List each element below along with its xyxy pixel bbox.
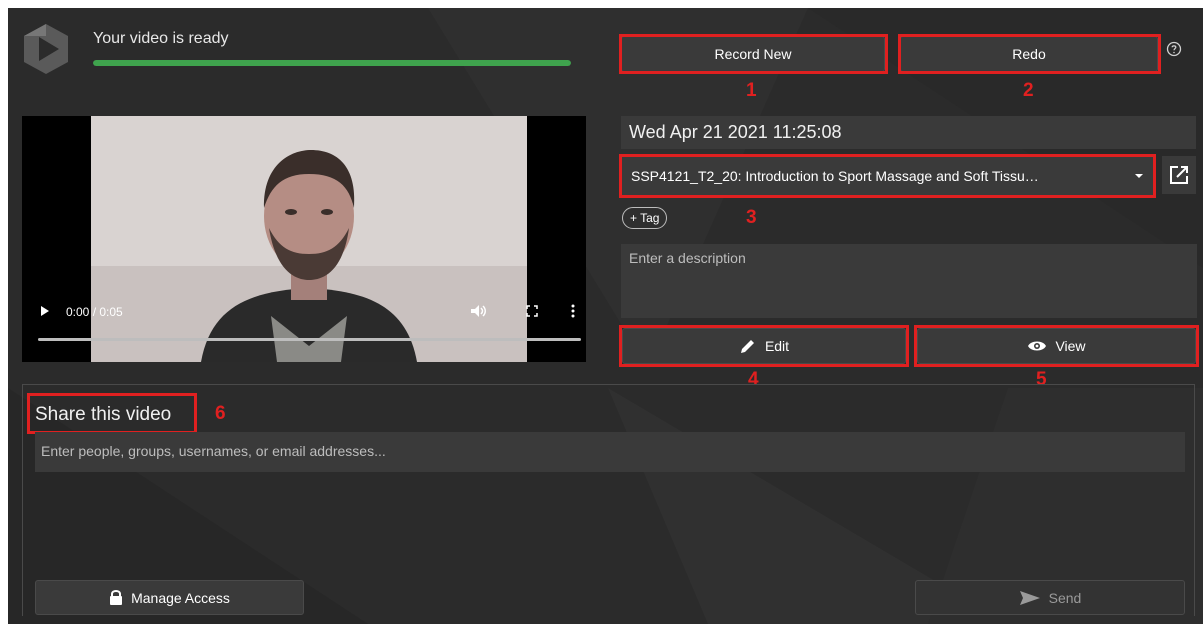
- send-label: Send: [1048, 589, 1082, 606]
- lock-icon: [110, 590, 123, 605]
- description-field[interactable]: Enter a description: [621, 244, 1197, 318]
- redo-button[interactable]: Redo: [900, 36, 1158, 72]
- annotation-number-2: 2: [1023, 80, 1034, 101]
- annotation-number-6: 6: [215, 403, 226, 424]
- video-frame: [91, 116, 527, 362]
- play-icon[interactable]: [40, 305, 50, 317]
- share-recipients-input[interactable]: Enter people, groups, usernames, or emai…: [35, 432, 1185, 472]
- send-button[interactable]: Send: [915, 580, 1185, 615]
- caret-down-icon: [1135, 174, 1143, 178]
- eye-icon: [1028, 341, 1047, 351]
- record-new-label: Record New: [714, 46, 792, 62]
- recording-datetime-field[interactable]: Wed Apr 21 2021 11:25:08: [621, 116, 1196, 149]
- annotation-number-1: 1: [746, 80, 757, 101]
- manage-access-button[interactable]: Manage Access: [35, 580, 304, 615]
- open-external-button[interactable]: [1162, 156, 1196, 194]
- pencil-icon: [740, 340, 754, 353]
- video-player[interactable]: 0:00 / 0:05: [22, 116, 586, 362]
- folder-select-value: SSP4121_T2_20: Introduction to Sport Mas…: [631, 168, 1039, 184]
- volume-icon[interactable]: [470, 304, 488, 318]
- time-display: 0:00 / 0:05: [66, 305, 123, 319]
- annotation-number-3: 3: [746, 207, 757, 228]
- panopto-logo: [24, 24, 68, 74]
- share-title: Share this video: [35, 404, 172, 425]
- view-label: View: [1055, 338, 1086, 354]
- more-vertical-icon[interactable]: [570, 304, 576, 318]
- open-external-icon: [1170, 166, 1188, 184]
- record-new-button[interactable]: Record New: [621, 36, 885, 72]
- edit-button[interactable]: Edit: [622, 328, 906, 364]
- upload-progress-bar: [93, 60, 571, 66]
- view-button[interactable]: View: [917, 328, 1196, 364]
- add-tag-button[interactable]: + Tag: [622, 207, 668, 229]
- send-icon: [1019, 590, 1040, 605]
- upload-progress-fill: [93, 60, 571, 66]
- manage-access-label: Manage Access: [131, 589, 230, 606]
- video-seek-bar[interactable]: [38, 338, 581, 341]
- video-thumbnail-person: [91, 116, 527, 362]
- folder-select[interactable]: SSP4121_T2_20: Introduction to Sport Mas…: [621, 156, 1154, 196]
- help-circle-icon[interactable]: [1166, 41, 1182, 57]
- edit-label: Edit: [764, 338, 790, 354]
- video-ready-status: Your video is ready: [93, 30, 229, 47]
- fullscreen-icon[interactable]: [526, 305, 538, 317]
- redo-label: Redo: [1012, 46, 1046, 62]
